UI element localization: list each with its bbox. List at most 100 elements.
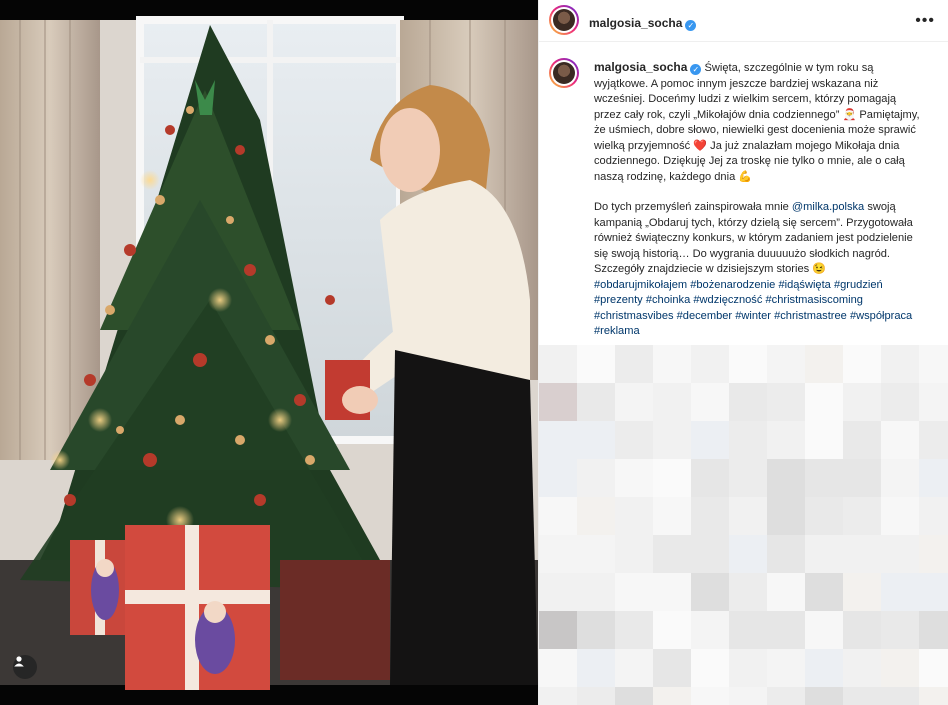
caption-username[interactable]: malgosia_socha [594,60,687,74]
blur-pixel [919,573,948,611]
post-photo[interactable] [0,0,538,705]
blur-pixel [577,497,615,535]
blur-pixel [577,383,615,421]
hashtag-link[interactable]: #wdzięczność [693,294,762,306]
header-username[interactable]: malgosia_socha [589,16,682,30]
blur-pixel [805,649,843,687]
blur-pixel [615,573,653,611]
blur-pixel [843,497,881,535]
hashtag-link[interactable]: #idąświęta [778,279,830,291]
blur-pixel [653,459,691,497]
blur-pixel [615,383,653,421]
heart-emoji: ❤️ [693,139,708,152]
blur-pixel [881,459,919,497]
blur-pixel [615,611,653,649]
blur-pixel [805,497,843,535]
blur-pixel [767,383,805,421]
hashtag-link[interactable]: #december [677,310,733,322]
verified-badge-icon: ✓ [685,20,697,31]
blur-pixel [615,421,653,459]
blur-pixel [615,497,653,535]
blur-pixel [539,649,577,687]
blur-pixel [919,459,948,497]
hashtag-link[interactable]: #christmasvibes [594,310,674,322]
hashtag-link[interactable]: #grudzień [834,279,883,291]
blur-pixel [539,421,577,459]
blur-pixel [615,345,653,383]
blur-pixel [653,497,691,535]
blur-pixel [653,383,691,421]
blur-pixel [805,573,843,611]
blur-pixel [767,611,805,649]
caption-paragraph-2: Do tych przemyśleń zainspirowała mnie @m… [594,201,913,275]
blur-pixel [843,611,881,649]
blur-pixel [881,649,919,687]
blur-pixel [843,535,881,573]
blur-pixel [653,649,691,687]
blur-pixel [691,611,729,649]
mention-link[interactable]: @milka.polska [792,201,864,213]
blur-pixel [729,497,767,535]
hashtag-link[interactable]: #winter [735,310,771,322]
blur-pixel [577,535,615,573]
blur-pixel [539,535,577,573]
blur-pixel [843,573,881,611]
user-tag-icon[interactable] [13,655,37,679]
blur-pixel [881,535,919,573]
hashtag-list: #obdarujmikołajem #bożenarodzenie #idąśw… [594,278,924,340]
hashtag-link[interactable]: #prezenty [594,294,643,306]
blur-pixel [691,459,729,497]
avatar[interactable] [549,5,579,35]
blur-pixel [919,535,948,573]
blur-pixel [729,383,767,421]
hashtag-link[interactable]: #bożenarodzenie [690,279,775,291]
blur-pixel [577,345,615,383]
blur-pixel [653,421,691,459]
hashtag-link[interactable]: #choinka [646,294,690,306]
blur-pixel [767,573,805,611]
caption-paragraph-1: malgosia_socha ✓ Święta, szczególnie w ty… [594,60,920,183]
blur-pixel [843,383,881,421]
blur-pixel [691,649,729,687]
post-side-panel: malgosia_socha ✓ ••• malgosia_socha ✓ Świę… [538,0,948,705]
hashtag-link[interactable]: #christmasiscoming [766,294,863,306]
blur-pixel [805,535,843,573]
blur-pixel [805,459,843,497]
muscle-emoji: 💪 [738,170,753,183]
blur-pixel [881,687,919,705]
blur-pixel [881,611,919,649]
blur-pixel [615,649,653,687]
blur-pixel [577,459,615,497]
blur-pixel [691,497,729,535]
blur-pixel [577,573,615,611]
blur-pixel [881,383,919,421]
blur-pixel [691,535,729,573]
verified-badge-icon: ✓ [690,64,702,75]
blur-pixel [767,459,805,497]
christmas-tree-photo [0,0,538,705]
blur-pixel [805,345,843,383]
hashtag-link[interactable]: #obdarujmikołajem [594,279,687,291]
blur-pixel [691,421,729,459]
blur-pixel [767,535,805,573]
blur-pixel [767,421,805,459]
blur-pixel [805,611,843,649]
blur-pixel [729,687,767,705]
hashtag-link[interactable]: #christmastree [774,310,847,322]
blur-pixel [653,687,691,705]
more-options-icon[interactable]: ••• [915,12,935,30]
blur-pixel [805,421,843,459]
blur-pixel [843,421,881,459]
caption-avatar[interactable] [549,58,579,88]
blur-pixel [767,497,805,535]
blur-pixel [691,345,729,383]
blur-pixel [691,383,729,421]
blur-pixel [653,573,691,611]
blur-pixel [539,687,577,705]
blur-pixel [615,687,653,705]
blur-pixel [577,687,615,705]
hashtag-link[interactable]: #reklama [594,325,640,337]
blur-pixel [881,421,919,459]
blur-pixel [615,459,653,497]
hashtag-link[interactable]: #współpraca [850,310,912,322]
